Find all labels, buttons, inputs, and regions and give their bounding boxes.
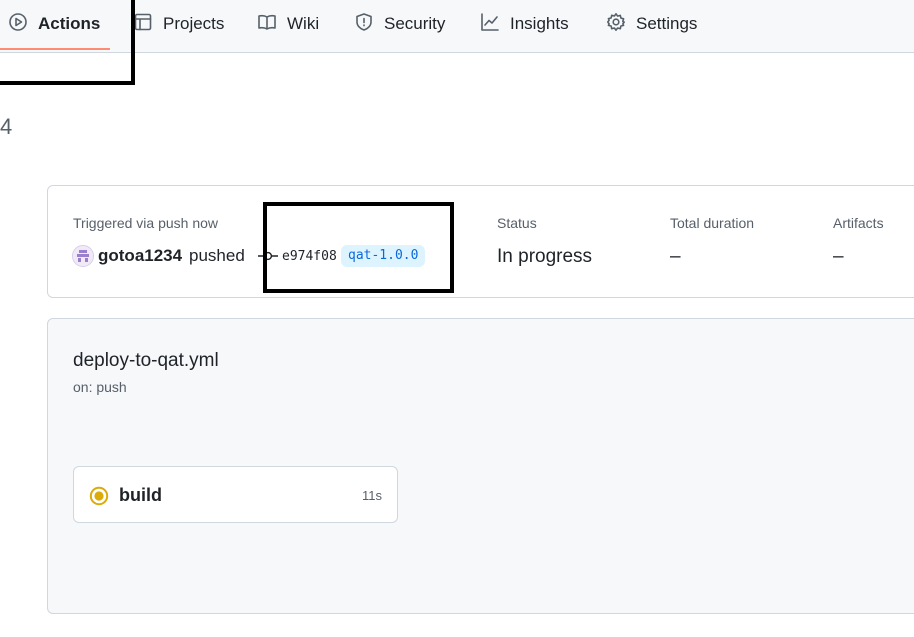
tab-label: Projects	[163, 14, 225, 33]
tab-wiki[interactable]: Wiki	[257, 0, 319, 48]
in-progress-icon	[89, 486, 109, 506]
status-label: Status	[497, 215, 537, 231]
job-duration: 11s	[362, 488, 382, 503]
run-summary-card: Triggered via push now gotoa1234 pushed …	[47, 185, 914, 298]
selected-tab-underline	[0, 48, 110, 50]
tab-label: Settings	[636, 14, 698, 33]
status-value: In progress	[497, 246, 593, 267]
job-card-build[interactable]: build 11s	[73, 466, 398, 523]
duration-value: –	[670, 246, 681, 267]
actor-username[interactable]: gotoa1234	[98, 246, 182, 266]
identicon-icon	[73, 246, 93, 266]
tag-badge[interactable]: qat-1.0.0	[341, 245, 426, 267]
artifacts-label: Artifacts	[833, 215, 884, 231]
avatar[interactable]	[72, 245, 94, 267]
artifacts-value: –	[833, 246, 844, 267]
job-name: build	[119, 485, 162, 505]
tab-label: Security	[384, 14, 446, 33]
table-icon	[133, 12, 153, 37]
workflow-graph-panel: deploy-to-qat.yml on: push build 11s	[47, 318, 914, 614]
repo-nav: Actions Projects Wiki Security Insights …	[0, 0, 914, 53]
workflow-run-page: Actions Projects Wiki Security Insights …	[0, 0, 914, 637]
shield-icon	[354, 12, 374, 37]
tab-security[interactable]: Security	[354, 0, 445, 48]
tab-insights[interactable]: Insights	[480, 0, 569, 48]
workflow-file-name[interactable]: deploy-to-qat.yml	[73, 350, 219, 372]
commit-icon	[258, 251, 278, 261]
tab-label: Wiki	[287, 14, 320, 33]
workflow-trigger: on: push	[73, 379, 127, 395]
commit-sha-link[interactable]: e974f08	[282, 249, 337, 264]
event-verb: pushed	[189, 246, 245, 265]
tab-label: Insights	[510, 14, 569, 33]
graph-icon	[480, 12, 500, 37]
book-icon	[257, 12, 277, 37]
gear-icon	[606, 12, 626, 37]
trigger-label: Triggered via push now	[73, 215, 219, 231]
tab-label: Actions	[38, 14, 101, 33]
tab-settings[interactable]: Settings	[606, 0, 697, 48]
tab-actions[interactable]: Actions	[8, 0, 100, 48]
run-title-fragment: 4	[0, 114, 13, 139]
duration-label: Total duration	[670, 215, 755, 231]
tab-projects[interactable]: Projects	[133, 0, 224, 48]
play-icon	[8, 12, 28, 37]
